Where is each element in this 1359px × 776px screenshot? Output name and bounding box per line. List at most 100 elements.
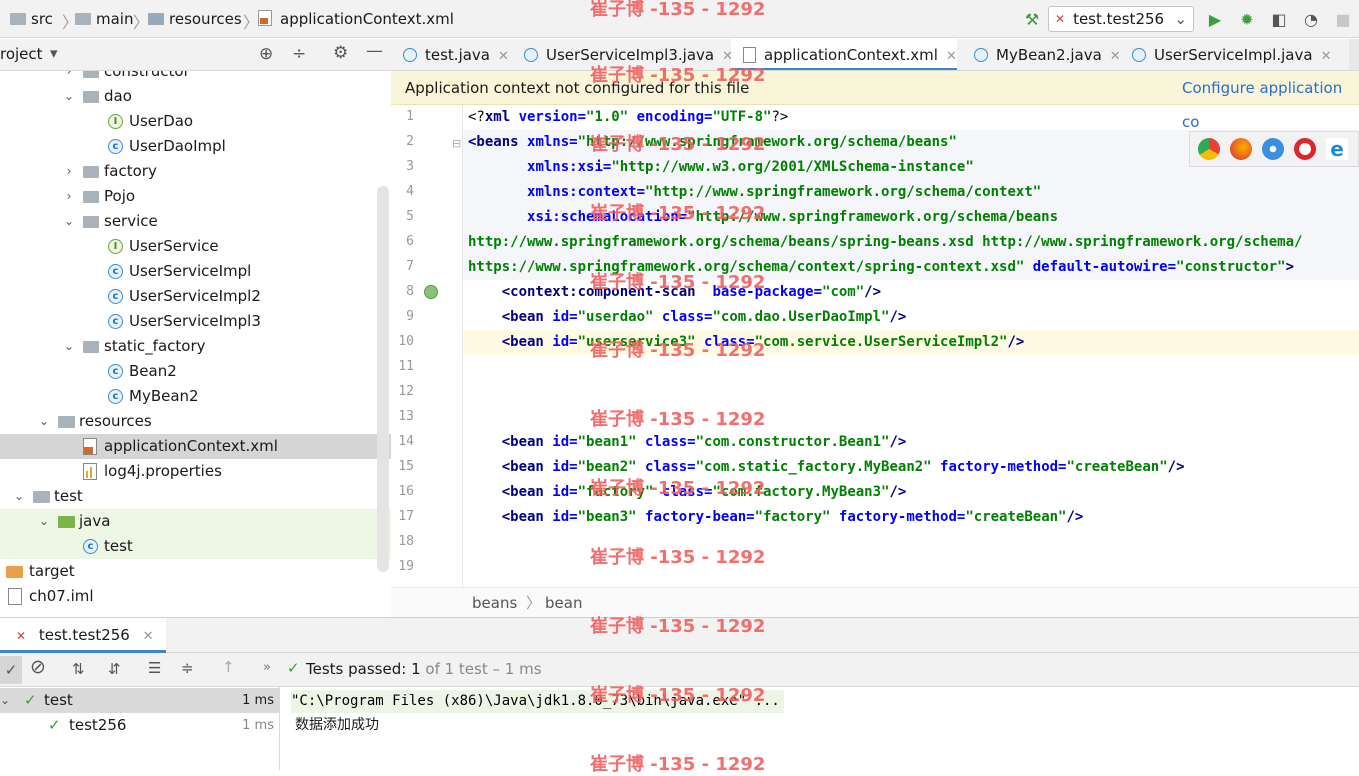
editor-tab[interactable]: UserServiceImpl3.java ✕ [512, 39, 733, 70]
chevron-down-icon[interactable]: ⌄ [38, 409, 50, 434]
tree-item[interactable]: c UserServiceImpl2 [0, 284, 391, 309]
chevron-right-icon[interactable]: › [63, 159, 75, 184]
breadcrumb-main[interactable]: main [75, 8, 133, 30]
hammer-build-icon[interactable]: ⚒ [1021, 8, 1043, 30]
tree-item-label: UserService [129, 237, 219, 255]
breadcrumb-file[interactable]: applicationContext.xml [258, 8, 454, 30]
close-icon[interactable]: ✕ [946, 49, 957, 64]
tree-item[interactable]: c UserServiceImpl3 [0, 309, 391, 334]
chevron-down-icon[interactable]: ⌄ [0, 688, 10, 713]
tree-item-label: UserServiceImpl3 [129, 312, 261, 330]
chevron-down-icon[interactable]: ▾ [50, 44, 58, 62]
tree-item[interactable]: ⌄ static_factory [0, 334, 391, 359]
sort-alpha-icon[interactable]: ⇅ [72, 660, 85, 678]
tree-item[interactable]: › factory [0, 159, 391, 184]
tree-item[interactable]: ⌄ resources [0, 409, 391, 434]
tree-item[interactable]: ⌄ java [0, 509, 391, 534]
tree-item[interactable]: › Pojo [0, 184, 391, 209]
locate-icon[interactable]: ⊕ [259, 44, 273, 64]
tab-run-test[interactable]: ✕ test.test256 ✕ [0, 618, 166, 653]
tree-item-label: dao [104, 87, 132, 105]
expand-all-icon[interactable]: ☰ [148, 659, 161, 677]
tree-item-label: Pojo [104, 187, 136, 205]
tree-item[interactable]: c UserDaoImpl [0, 134, 391, 159]
line-number: 12 [398, 384, 414, 399]
tree-item[interactable]: › constructor [0, 71, 391, 84]
tree-item-label: test [104, 537, 133, 555]
tree-item[interactable]: c Bean2 [0, 359, 391, 384]
chevron-right-icon[interactable]: › [63, 184, 75, 209]
bean-gutter-icon[interactable] [424, 285, 438, 299]
code-line: <?xml version="1.0" encoding="UTF-8"?> [468, 109, 789, 125]
tree-item[interactable]: ⌄ service [0, 209, 391, 234]
test-folder-icon [58, 516, 75, 528]
tree-item[interactable]: c UserServiceImpl [0, 259, 391, 284]
test-row[interactable]: ⌄ ✓ test 1 ms [0, 688, 279, 713]
arrow-up-icon[interactable]: ↑ [222, 658, 235, 676]
chevron-right-icon[interactable]: › [63, 71, 75, 84]
tree-item[interactable]: applicationContext.xml [0, 434, 391, 459]
project-panel-title[interactable]: roject [0, 45, 43, 63]
tree-item[interactable]: target [0, 559, 391, 584]
tree-item[interactable]: I UserService [0, 234, 391, 259]
collapse-all-icon[interactable]: ÷ [292, 44, 306, 64]
editor-tab[interactable]: test.java ✕ [391, 39, 509, 70]
tab-overflow[interactable] [1349, 39, 1359, 70]
breadcrumb-src[interactable]: src [10, 8, 53, 30]
test-row[interactable]: ✓ test256 1 ms [0, 713, 279, 738]
browser-preview-bar: e [1189, 131, 1359, 167]
tree-item[interactable]: log4j.properties [0, 459, 391, 484]
breadcrumb-beans[interactable]: beans [472, 588, 517, 618]
line-gutter: 1 2 3 4 5 6 7 8 9 10 11 12 13 14 15 16 17 18 19 ⊟ [391, 105, 463, 587]
show-ignored-icon[interactable]: ⊘ [30, 656, 46, 678]
editor-tab[interactable]: applicationContext.xml ✕ [731, 39, 957, 70]
chrome-icon[interactable] [1198, 138, 1220, 160]
tree-item[interactable]: ⌄ dao [0, 84, 391, 109]
tree-item[interactable]: c MyBean2 [0, 384, 391, 409]
console-command-line: "C:\Program Files (x86)\Java\jdk1.8.0_73… [291, 690, 784, 713]
breadcrumb-bean[interactable]: bean [545, 588, 582, 618]
show-passed-icon[interactable]: ✓ [0, 656, 22, 684]
tree-item[interactable]: c test [0, 534, 391, 559]
line-number: 11 [398, 359, 414, 374]
tree-item[interactable]: ⌄ test [0, 484, 391, 509]
safari-icon[interactable] [1262, 138, 1284, 160]
gear-icon[interactable]: ⚙ [333, 43, 348, 63]
coverage-icon[interactable]: ◧ [1268, 8, 1290, 30]
opera-icon[interactable] [1294, 138, 1316, 160]
run-configuration-select[interactable]: ✕ test.test256 ⌄ [1048, 6, 1194, 32]
close-icon[interactable]: ✕ [143, 629, 154, 644]
profile-icon[interactable]: ◔ [1300, 8, 1322, 30]
stop-icon[interactable]: ■ [1332, 8, 1354, 30]
chevron-down-icon[interactable]: ⌄ [63, 334, 75, 359]
tree-item-label: UserServiceImpl2 [129, 287, 261, 305]
run-icon[interactable]: ▶ [1204, 8, 1226, 30]
chevron-down-icon[interactable]: ⌄ [13, 484, 25, 509]
firefox-icon[interactable] [1230, 138, 1252, 160]
editor-tab[interactable]: MyBean2.java ✕ [962, 39, 1121, 70]
more-icon[interactable]: » [263, 660, 271, 675]
collapse-all-icon[interactable]: ≑ [181, 659, 194, 677]
junit-icon: ✕ [16, 629, 27, 643]
fold-icon[interactable]: ⊟ [452, 137, 461, 150]
tree-item[interactable]: ch07.iml [0, 584, 391, 609]
chevron-down-icon[interactable]: ⌄ [63, 84, 75, 109]
tree-item-label: ch07.iml [29, 587, 94, 605]
close-icon[interactable]: ✕ [498, 49, 509, 64]
tests-passed-count: 1 [411, 660, 421, 678]
console-output[interactable]: "C:\Program Files (x86)\Java\jdk1.8.0_73… [281, 687, 1359, 770]
close-icon[interactable]: ✕ [1321, 49, 1332, 64]
breadcrumb-resources[interactable]: resources [148, 8, 242, 30]
code-editor[interactable]: <?xml version="1.0" encoding="UTF-8"?> <b… [463, 105, 1359, 587]
test-name: test256 [69, 716, 127, 734]
sort-duration-icon[interactable]: ⇵ [108, 660, 121, 678]
editor-tab[interactable]: UserServiceImpl.java ✕ [1120, 39, 1332, 70]
tree-item[interactable]: I UserDao [0, 109, 391, 134]
debug-icon[interactable]: ✹ [1236, 8, 1258, 30]
scrollbar[interactable] [377, 186, 389, 572]
minimize-icon[interactable]: — [366, 41, 383, 61]
chevron-down-icon[interactable]: ⌄ [63, 209, 75, 234]
chevron-down-icon[interactable]: ⌄ [38, 509, 50, 534]
edge-icon[interactable]: e [1326, 138, 1348, 160]
code-line: <context:component-scan base-package="co… [501, 284, 882, 300]
